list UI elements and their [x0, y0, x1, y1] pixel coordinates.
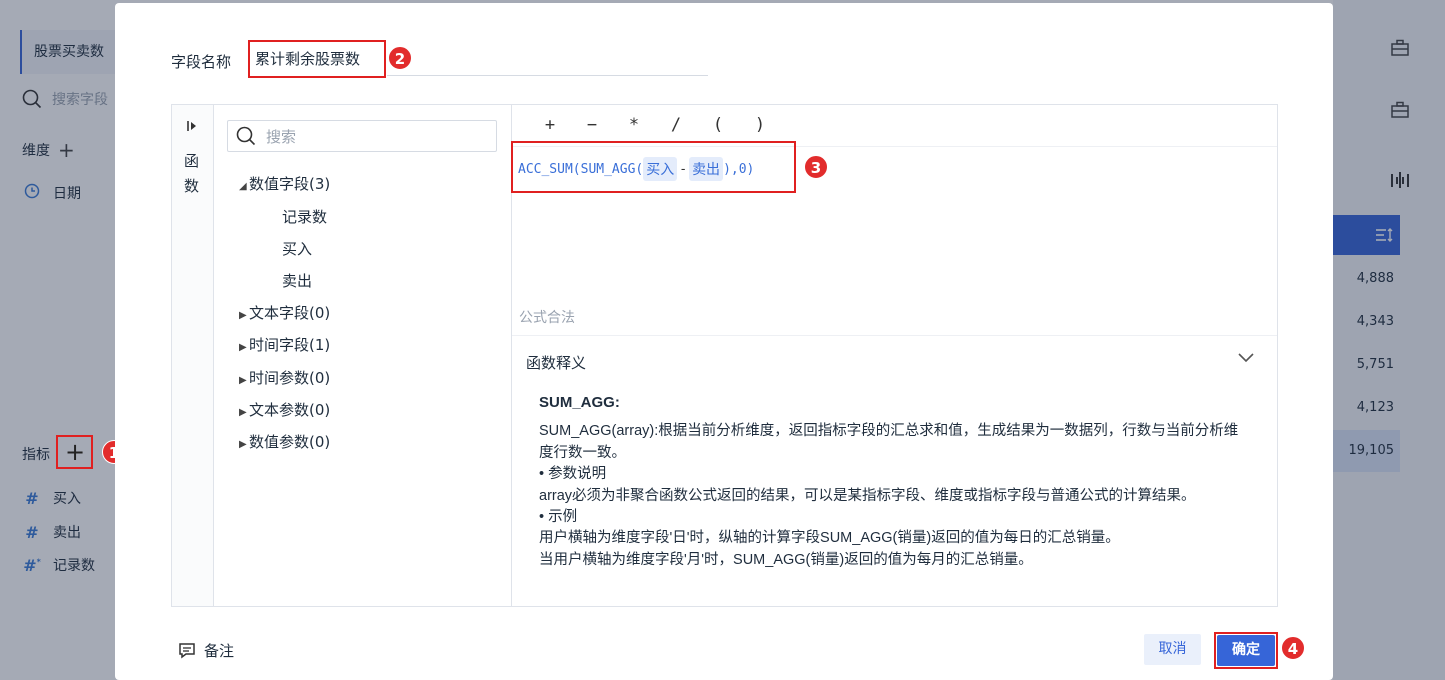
step-badge-4: 4: [1281, 636, 1305, 660]
tree-item[interactable]: 买入: [282, 238, 312, 259]
tree-group-label: 文本参数(0): [249, 401, 331, 419]
chevron-down-icon[interactable]: [1237, 348, 1255, 367]
note-label: 备注: [204, 642, 235, 660]
plus-icon: +: [65, 438, 86, 466]
tree-group-label: 文本字段(0): [249, 304, 331, 322]
tree-group-label: 时间参数(0): [249, 369, 331, 387]
caret-right-icon: ▶: [239, 407, 247, 418]
operator-rparen-button[interactable]: ): [750, 115, 770, 135]
function-tab-label: 函数: [184, 152, 200, 195]
comment-icon: [179, 642, 195, 658]
field-name-input[interactable]: 累计剩余股票数: [248, 40, 386, 78]
tree-search-placeholder: 搜索: [266, 127, 297, 146]
formula-operator: -: [679, 161, 688, 177]
tree-group-numeric-param[interactable]: ▶ 数值参数(0): [239, 431, 330, 452]
formula-prefix: ACC_SUM(SUM_AGG(: [518, 161, 644, 177]
search-icon: [236, 126, 256, 146]
formula-field-token[interactable]: 卖出: [689, 157, 724, 181]
operator-minus-button[interactable]: −: [582, 115, 602, 135]
caret-right-icon: ▶: [239, 342, 247, 353]
explanation-line: SUM_AGG(array):根据当前分析维度，返回指标字段的汇总求和值，生成结…: [539, 423, 1239, 461]
tree-search-input[interactable]: 搜索: [227, 120, 497, 152]
function-name: SUM_AGG:: [539, 394, 620, 411]
explanation-line: array必须为非聚合函数公式返回的结果，可以是某指标字段、维度或指标字段与普通…: [539, 487, 1196, 504]
field-tree-panel: 搜索 ◢ 数值字段(3) 记录数 买入 卖出 ▶ 文本字段(0) ▶ 时间字段(1) …: [214, 105, 512, 606]
tree-group-numeric[interactable]: ◢ 数值字段(3): [239, 173, 330, 194]
tree-group-label: 数值参数(0): [249, 433, 331, 451]
formula-input[interactable]: ACC_SUM(SUM_AGG( 买入 - 卖出 ),0): [518, 157, 754, 181]
explanation-line: • 参数说明: [539, 466, 607, 483]
formula-suffix: ),0): [723, 161, 755, 177]
caret-right-icon: ▶: [239, 439, 247, 450]
operator-divide-button[interactable]: /: [666, 115, 686, 135]
expand-arrow-icon[interactable]: [186, 119, 200, 137]
caret-right-icon: ▶: [239, 310, 247, 321]
add-metric-button[interactable]: +: [56, 435, 93, 469]
calculated-field-dialog: 字段名称 累计剩余股票数 2 函数 搜索 ◢ 数值字段(3) 记录数 买入 卖出 …: [115, 3, 1333, 680]
cancel-button[interactable]: 取消: [1144, 634, 1201, 665]
operator-plus-button[interactable]: +: [540, 115, 560, 135]
tree-item[interactable]: 卖出: [282, 270, 312, 291]
explanation-line: 用户横轴为维度字段'日'时，纵轴的计算字段SUM_AGG(销量)返回的值为每日的…: [539, 530, 1120, 547]
tree-item[interactable]: 记录数: [282, 206, 327, 227]
step-badge-2: 2: [388, 46, 412, 70]
explanation-line: • 示例: [539, 509, 578, 526]
tree-group-text-param[interactable]: ▶ 文本参数(0): [239, 399, 330, 420]
step-badge-3: 3: [804, 155, 828, 179]
tree-group-label: 时间字段(1): [249, 336, 331, 354]
caret-down-icon: ◢: [239, 181, 247, 192]
formula-status: 公式合法: [519, 310, 575, 326]
tree-group-time-param[interactable]: ▶ 时间参数(0): [239, 367, 330, 388]
tree-group-text[interactable]: ▶ 文本字段(0): [239, 302, 330, 323]
note-button[interactable]: 备注: [178, 640, 234, 661]
caret-right-icon: ▶: [239, 375, 247, 386]
operator-multiply-button[interactable]: *: [624, 115, 644, 135]
function-explanation-header[interactable]: 函数释义: [512, 335, 1277, 387]
function-tab[interactable]: 函数: [172, 105, 214, 606]
function-explanation-title: 函数释义: [526, 354, 587, 372]
formula-editor: 函数 搜索 ◢ 数值字段(3) 记录数 买入 卖出 ▶ 文本字段(0) ▶ 时间字段(…: [171, 104, 1278, 607]
ok-button[interactable]: 确定: [1217, 635, 1275, 666]
field-name-underline: [387, 75, 708, 76]
formula-panel: + − * / ( ) ACC_SUM(SUM_AGG( 买入 - 卖出 ),0…: [511, 105, 1277, 606]
function-explanation-body: SUM_AGG: SUM_AGG(array):根据当前分析维度，返回指标字段的…: [539, 387, 1249, 571]
tree-group-time[interactable]: ▶ 时间字段(1): [239, 334, 330, 355]
field-name-label: 字段名称: [171, 53, 232, 71]
formula-field-token[interactable]: 买入: [643, 157, 678, 181]
tree-group-label: 数值字段(3): [249, 175, 331, 193]
explanation-line: 当用户横轴为维度字段'月'时，SUM_AGG(销量)返回的值为每月的汇总销量。: [539, 551, 1033, 568]
operator-lparen-button[interactable]: (: [708, 115, 728, 135]
